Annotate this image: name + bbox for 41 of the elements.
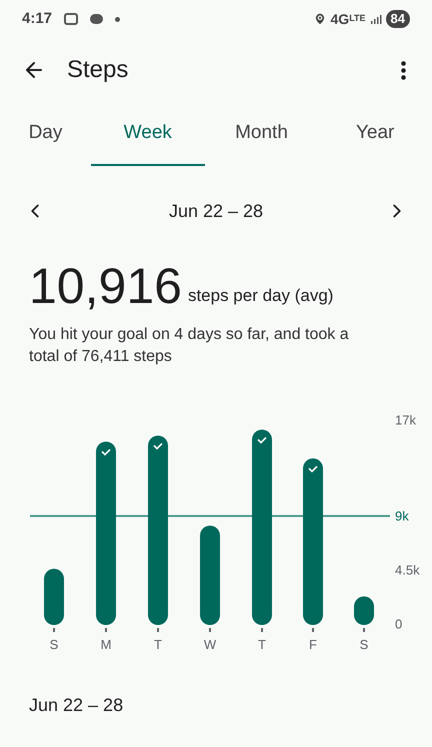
day-label: T — [154, 637, 162, 652]
step-bar[interactable] — [252, 430, 272, 625]
signal-icon — [370, 14, 382, 24]
day-label: T — [258, 637, 266, 652]
check-icon — [308, 466, 318, 473]
average-steps: 10,916 — [29, 258, 182, 314]
period-tab[interactable]: Week — [90, 102, 205, 166]
day-label: F — [309, 637, 317, 652]
period-tab[interactable]: Year — [318, 102, 432, 166]
section-title: Jun 22 – 28 — [28, 694, 124, 717]
network-label: 4G — [330, 10, 350, 28]
step-bar[interactable] — [44, 568, 64, 625]
step-bar[interactable] — [303, 458, 323, 625]
check-icon — [153, 443, 163, 450]
step-bar[interactable] — [200, 526, 220, 625]
day-label: W — [204, 637, 216, 652]
screenshot-icon — [64, 13, 78, 25]
location-icon — [312, 12, 326, 26]
more-options-button[interactable] — [399, 58, 408, 82]
check-icon — [101, 449, 111, 456]
period-tab[interactable]: Month — [204, 102, 318, 166]
goal-summary: You hit your goal on 4 days so far, and took a total of 76,411 steps — [29, 325, 350, 367]
step-bar[interactable] — [148, 436, 168, 625]
period-tab[interactable]: Day — [0, 102, 91, 166]
battery-badge: 84 — [386, 10, 410, 28]
status-time: 4:17 — [22, 8, 52, 29]
page-title: Steps — [67, 55, 128, 85]
axis-label: 0 — [395, 616, 402, 632]
check-icon — [257, 437, 267, 444]
more-options-icon — [401, 60, 406, 80]
axis-label: 4.5k — [395, 562, 420, 578]
day-label: S — [50, 637, 58, 652]
goal-label: 9k — [395, 508, 409, 524]
date-range: Jun 22 – 28 — [168, 200, 264, 222]
average-unit: steps per day (avg) — [188, 284, 334, 306]
step-bar[interactable] — [96, 442, 116, 625]
network-sub-label: LTE — [349, 12, 366, 26]
day-label: S — [360, 637, 368, 652]
step-bar[interactable] — [354, 596, 374, 625]
axis-label: 17k — [395, 412, 416, 428]
day-label: M — [100, 637, 112, 652]
